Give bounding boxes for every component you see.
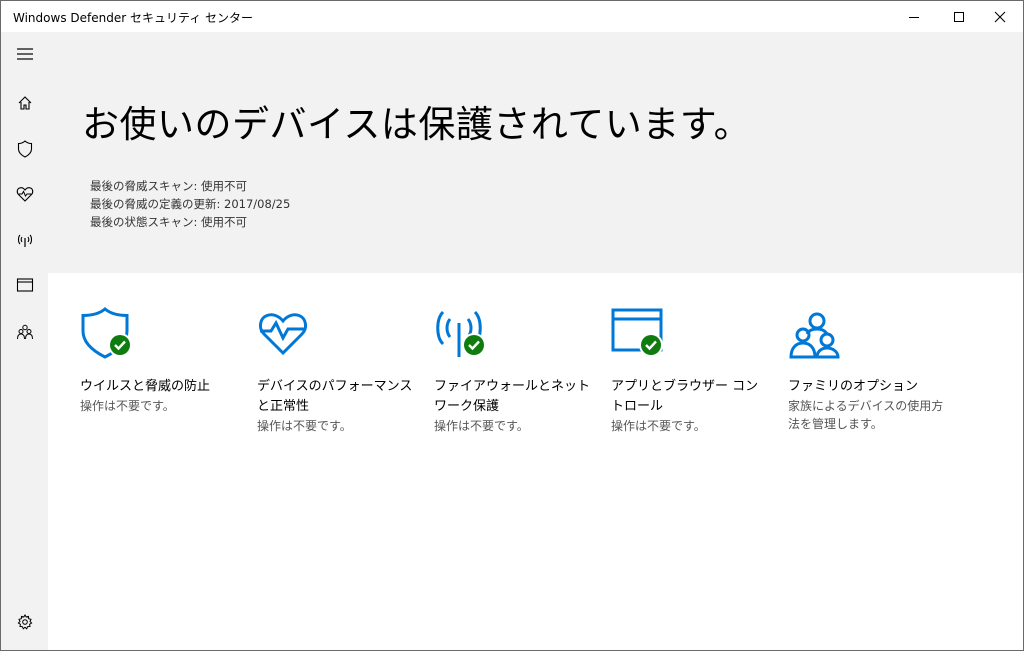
- nav-settings[interactable]: [1, 600, 48, 644]
- browser-window-icon: [16, 278, 33, 292]
- sidebar: [1, 32, 48, 650]
- tile-title: ファイアウォールとネットワーク保護: [434, 379, 591, 414]
- close-button[interactable]: [977, 1, 1023, 32]
- protection-status-title: お使いのデバイスは保護されています。: [82, 103, 752, 146]
- window-title: Windows Defender セキュリティ センター: [13, 11, 254, 25]
- tile-title: ファミリのオプション: [788, 379, 919, 394]
- tile-title: ウイルスと脅威の防止: [80, 379, 211, 394]
- minimize-icon: [909, 16, 919, 18]
- tile-title: デバイスのパフォーマンスと正常性: [257, 379, 413, 414]
- last-health-scan: 最後の状態スキャン: 使用不可: [90, 215, 248, 229]
- antenna-check-icon: [436, 310, 486, 357]
- title-bar: Windows Defender セキュリティ センター: [1, 1, 1023, 32]
- heart-pulse-icon: [16, 187, 33, 202]
- status-banner: お使いのデバイスは保護されています。 最後の脅威スキャン: 使用不可 最後の脅威…: [48, 32, 1023, 273]
- tile-device-performance[interactable]: デバイスのパフォーマンスと正常性 操作は不要です。: [257, 307, 417, 435]
- nav-family[interactable]: [1, 310, 48, 354]
- nav-device-performance[interactable]: [1, 172, 48, 216]
- tile-description: 操作は不要です。: [434, 419, 529, 433]
- hamburger-icon: [16, 48, 33, 60]
- browser-check-icon: [611, 308, 663, 357]
- nav-firewall[interactable]: [1, 218, 48, 262]
- antenna-icon: [17, 234, 32, 247]
- maximize-icon: [954, 11, 964, 22]
- last-threat-scan: 最後の脅威スキャン: 使用不可: [90, 179, 248, 193]
- maximize-button[interactable]: [936, 1, 982, 32]
- tile-app-browser[interactable]: アプリとブラウザー コントロール 操作は不要です。: [611, 307, 771, 435]
- last-definition-update: 最後の脅威の定義の更新: 2017/08/25: [90, 197, 291, 211]
- tile-family-options[interactable]: ファミリのオプション 家族によるデバイスの使用方法を管理します。: [788, 307, 948, 433]
- heart-pulse-check-icon: [258, 313, 308, 356]
- family-icon: [789, 312, 840, 359]
- tile-firewall[interactable]: ファイアウォールとネットワーク保護 操作は不要です。: [434, 307, 594, 435]
- minimize-button[interactable]: [891, 1, 937, 32]
- tile-virus-protection[interactable]: ウイルスと脅威の防止 操作は不要です。: [80, 307, 240, 415]
- shield-check-icon: [81, 307, 132, 359]
- tile-title: アプリとブラウザー コントロール: [611, 379, 759, 414]
- nav-app-browser[interactable]: [1, 263, 48, 307]
- tile-description: 操作は不要です。: [257, 419, 352, 433]
- tile-description: 操作は不要です。: [80, 399, 175, 413]
- close-icon: [994, 11, 1006, 22]
- gear-icon: [17, 614, 32, 630]
- nav-menu-button[interactable]: [1, 32, 48, 76]
- scan-info: 最後の脅威スキャン: 使用不可 最後の脅威の定義の更新: 2017/08/25 …: [90, 177, 290, 231]
- home-icon: [18, 96, 31, 110]
- app-window: Windows Defender セキュリティ センター お使いのデバイスは保護…: [0, 0, 1024, 651]
- tile-description: 操作は不要です。: [611, 419, 706, 433]
- family-icon: [16, 324, 33, 340]
- shield-icon: [17, 140, 32, 158]
- nav-home[interactable]: [1, 81, 48, 125]
- nav-virus-protection[interactable]: [1, 127, 48, 171]
- tile-description: 家族によるデバイスの使用方法を管理します。: [788, 399, 944, 431]
